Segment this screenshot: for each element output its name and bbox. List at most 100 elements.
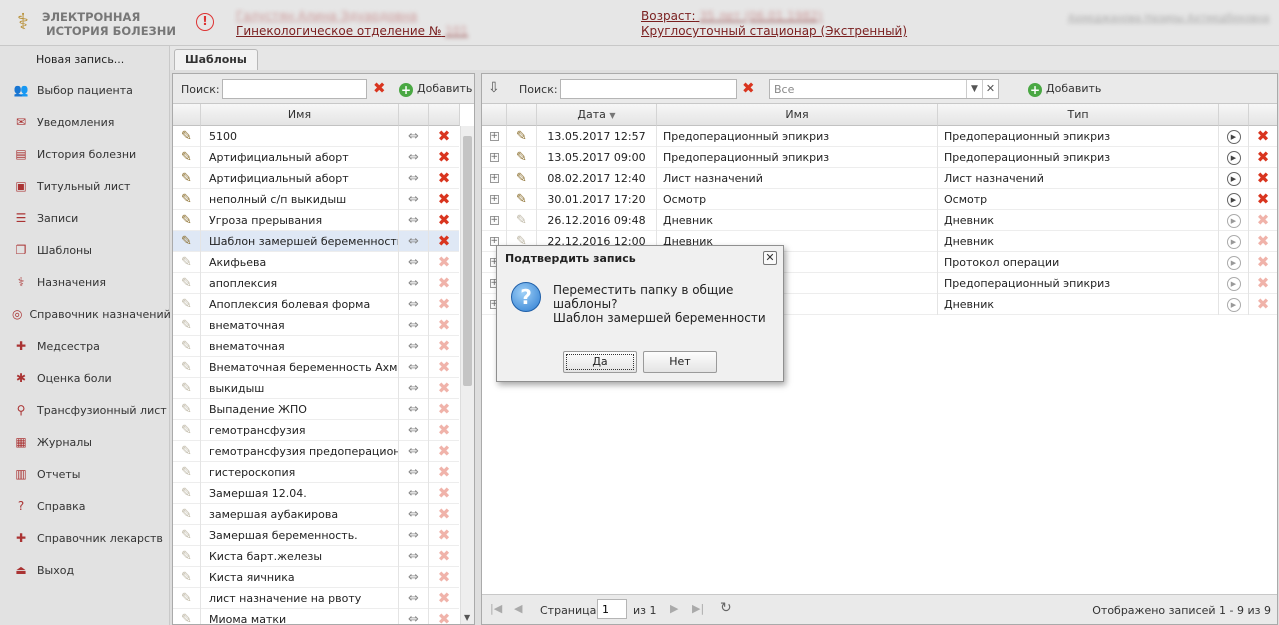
template-row[interactable]: ✎ гемотрансфузия предоперационн... ⇔ ✖ bbox=[173, 441, 459, 462]
move-icon[interactable]: ⇔ bbox=[399, 546, 429, 567]
delete-icon[interactable]: ✖ bbox=[429, 588, 459, 609]
expand-icon[interactable]: + bbox=[482, 189, 507, 210]
template-row[interactable]: ✎ лист назначение на рвоту ⇔ ✖ bbox=[173, 588, 459, 609]
scroll-down-icon[interactable]: ▼ bbox=[464, 613, 470, 622]
left-search-input[interactable] bbox=[222, 79, 367, 99]
edit-icon[interactable]: ✎ bbox=[173, 546, 201, 567]
sidebar-item[interactable]: ▥ Отчеты bbox=[0, 458, 169, 490]
edit-icon[interactable]: ✎ bbox=[173, 168, 201, 189]
record-row[interactable]: + ✎ 30.01.2017 17:20 Осмотр Осмотр ▶ ✖ bbox=[482, 189, 1277, 210]
template-row[interactable]: ✎ неполный с/п выкидыш ⇔ ✖ bbox=[173, 189, 459, 210]
edit-icon[interactable]: ✎ bbox=[173, 399, 201, 420]
template-row[interactable]: ✎ Миома матки ⇔ ✖ bbox=[173, 609, 459, 624]
edit-icon[interactable]: ✎ bbox=[173, 336, 201, 357]
template-row[interactable]: ✎ Акифьева ⇔ ✖ bbox=[173, 252, 459, 273]
template-row[interactable]: ✎ внематочная ⇔ ✖ bbox=[173, 315, 459, 336]
delete-icon[interactable]: ✖ bbox=[429, 231, 459, 252]
delete-icon[interactable]: ✖ bbox=[429, 357, 459, 378]
delete-icon[interactable]: ✖ bbox=[429, 252, 459, 273]
edit-icon[interactable]: ✎ bbox=[507, 210, 537, 231]
sidebar-item[interactable]: ❐ Шаблоны bbox=[0, 234, 169, 266]
edit-icon[interactable]: ✎ bbox=[173, 567, 201, 588]
move-icon[interactable]: ⇔ bbox=[399, 441, 429, 462]
sidebar-item[interactable]: ✚ Справочник лекарств bbox=[0, 522, 169, 554]
left-clear-icon[interactable]: ✖ bbox=[373, 80, 386, 96]
move-icon[interactable]: ⇔ bbox=[399, 168, 429, 189]
sidebar-item[interactable]: ▣ Титульный лист bbox=[0, 170, 169, 202]
template-row[interactable]: ✎ гистероскопия ⇔ ✖ bbox=[173, 462, 459, 483]
edit-icon[interactable]: ✎ bbox=[173, 504, 201, 525]
edit-icon[interactable]: ✎ bbox=[173, 126, 201, 147]
move-icon[interactable]: ⇔ bbox=[399, 231, 429, 252]
right-col-date[interactable]: Дата ▼ bbox=[537, 104, 657, 126]
department-link[interactable]: Гинекологическое отделение № 101 bbox=[236, 24, 468, 38]
template-row[interactable]: ✎ Замершая беременность. ⇔ ✖ bbox=[173, 525, 459, 546]
edit-icon[interactable]: ✎ bbox=[173, 189, 201, 210]
move-icon[interactable]: ⇔ bbox=[399, 609, 429, 624]
delete-icon[interactable]: ✖ bbox=[429, 420, 459, 441]
move-icon[interactable]: ⇔ bbox=[399, 504, 429, 525]
edit-icon[interactable]: ✎ bbox=[173, 231, 201, 252]
chevron-down-icon[interactable]: ▼ bbox=[966, 80, 982, 98]
move-icon[interactable]: ⇔ bbox=[399, 567, 429, 588]
new-entry-button[interactable]: Новая запись... bbox=[0, 46, 169, 74]
tab-templates[interactable]: Шаблоны bbox=[174, 49, 258, 70]
delete-icon[interactable]: ✖ bbox=[429, 210, 459, 231]
sidebar-item[interactable]: ☰ Записи bbox=[0, 202, 169, 234]
move-icon[interactable]: ⇔ bbox=[399, 273, 429, 294]
play-icon[interactable]: ▶ bbox=[1219, 168, 1249, 189]
delete-icon[interactable]: ✖ bbox=[429, 567, 459, 588]
edit-icon[interactable]: ✎ bbox=[173, 147, 201, 168]
last-page-icon[interactable]: ▶| bbox=[692, 602, 704, 615]
template-row[interactable]: ✎ Внематочная беременность Ахме... ⇔ ✖ bbox=[173, 357, 459, 378]
move-icon[interactable]: ⇔ bbox=[399, 378, 429, 399]
edit-icon[interactable]: ✎ bbox=[507, 189, 537, 210]
sidebar-item[interactable]: ◎ Справочник назначений bbox=[0, 298, 171, 330]
template-row[interactable]: ✎ Угроза прерывания ⇔ ✖ bbox=[173, 210, 459, 231]
stay-type-link[interactable]: Круглосуточный стационар (Экстренный) bbox=[641, 24, 907, 38]
record-row[interactable]: + ✎ 26.12.2016 09:48 Дневник Дневник ▶ ✖ bbox=[482, 210, 1277, 231]
template-row[interactable]: ✎ Киста яичника ⇔ ✖ bbox=[173, 567, 459, 588]
edit-icon[interactable]: ✎ bbox=[173, 273, 201, 294]
first-page-icon[interactable]: |◀ bbox=[490, 602, 502, 615]
edit-icon[interactable]: ✎ bbox=[173, 378, 201, 399]
delete-icon[interactable]: ✖ bbox=[429, 147, 459, 168]
delete-icon[interactable]: ✖ bbox=[429, 609, 459, 624]
sidebar-item[interactable]: ? Справка bbox=[0, 490, 169, 522]
left-col-name[interactable]: Имя bbox=[201, 104, 399, 126]
template-row[interactable]: ✎ внематочная ⇔ ✖ bbox=[173, 336, 459, 357]
edit-icon[interactable]: ✎ bbox=[507, 168, 537, 189]
left-add-button[interactable]: + Добавить bbox=[399, 82, 472, 97]
delete-icon[interactable]: ✖ bbox=[429, 441, 459, 462]
delete-icon[interactable]: ✖ bbox=[429, 399, 459, 420]
template-row[interactable]: ✎ Замершая 12.04. ⇔ ✖ bbox=[173, 483, 459, 504]
delete-icon[interactable]: ✖ bbox=[1249, 126, 1277, 147]
play-icon[interactable]: ▶ bbox=[1219, 273, 1249, 294]
template-row[interactable]: ✎ Апоплексия болевая форма ⇔ ✖ bbox=[173, 294, 459, 315]
sidebar-item[interactable]: ⏏ Выход bbox=[0, 554, 169, 586]
template-row[interactable]: ✎ Артифициальный аборт ⇔ ✖ bbox=[173, 168, 459, 189]
delete-icon[interactable]: ✖ bbox=[429, 483, 459, 504]
delete-icon[interactable]: ✖ bbox=[429, 504, 459, 525]
edit-icon[interactable]: ✎ bbox=[173, 525, 201, 546]
yes-button[interactable]: Да bbox=[563, 351, 637, 373]
edit-icon[interactable]: ✎ bbox=[173, 441, 201, 462]
template-row[interactable]: ✎ Выпадение ЖПО ⇔ ✖ bbox=[173, 399, 459, 420]
edit-icon[interactable]: ✎ bbox=[173, 210, 201, 231]
delete-icon[interactable]: ✖ bbox=[429, 168, 459, 189]
delete-icon[interactable]: ✖ bbox=[429, 273, 459, 294]
template-row[interactable]: ✎ Киста барт.железы ⇔ ✖ bbox=[173, 546, 459, 567]
edit-icon[interactable]: ✎ bbox=[173, 420, 201, 441]
move-icon[interactable]: ⇔ bbox=[399, 336, 429, 357]
sidebar-item[interactable]: ▦ Журналы bbox=[0, 426, 169, 458]
filter-clear-icon[interactable]: ✕ bbox=[982, 80, 998, 98]
sidebar-item[interactable]: ⚕ Назначения bbox=[0, 266, 169, 298]
move-icon[interactable]: ⇔ bbox=[399, 525, 429, 546]
edit-icon[interactable]: ✎ bbox=[173, 588, 201, 609]
move-icon[interactable]: ⇔ bbox=[399, 147, 429, 168]
edit-icon[interactable]: ✎ bbox=[173, 609, 201, 624]
move-icon[interactable]: ⇔ bbox=[399, 210, 429, 231]
patient-name-link[interactable]: Галустян Алина Эдуардовна bbox=[236, 9, 417, 23]
record-row[interactable]: + ✎ 13.05.2017 12:57 Предоперационный эпикр… bbox=[482, 126, 1277, 147]
template-row[interactable]: ✎ Артифициальный аборт ⇔ ✖ bbox=[173, 147, 459, 168]
